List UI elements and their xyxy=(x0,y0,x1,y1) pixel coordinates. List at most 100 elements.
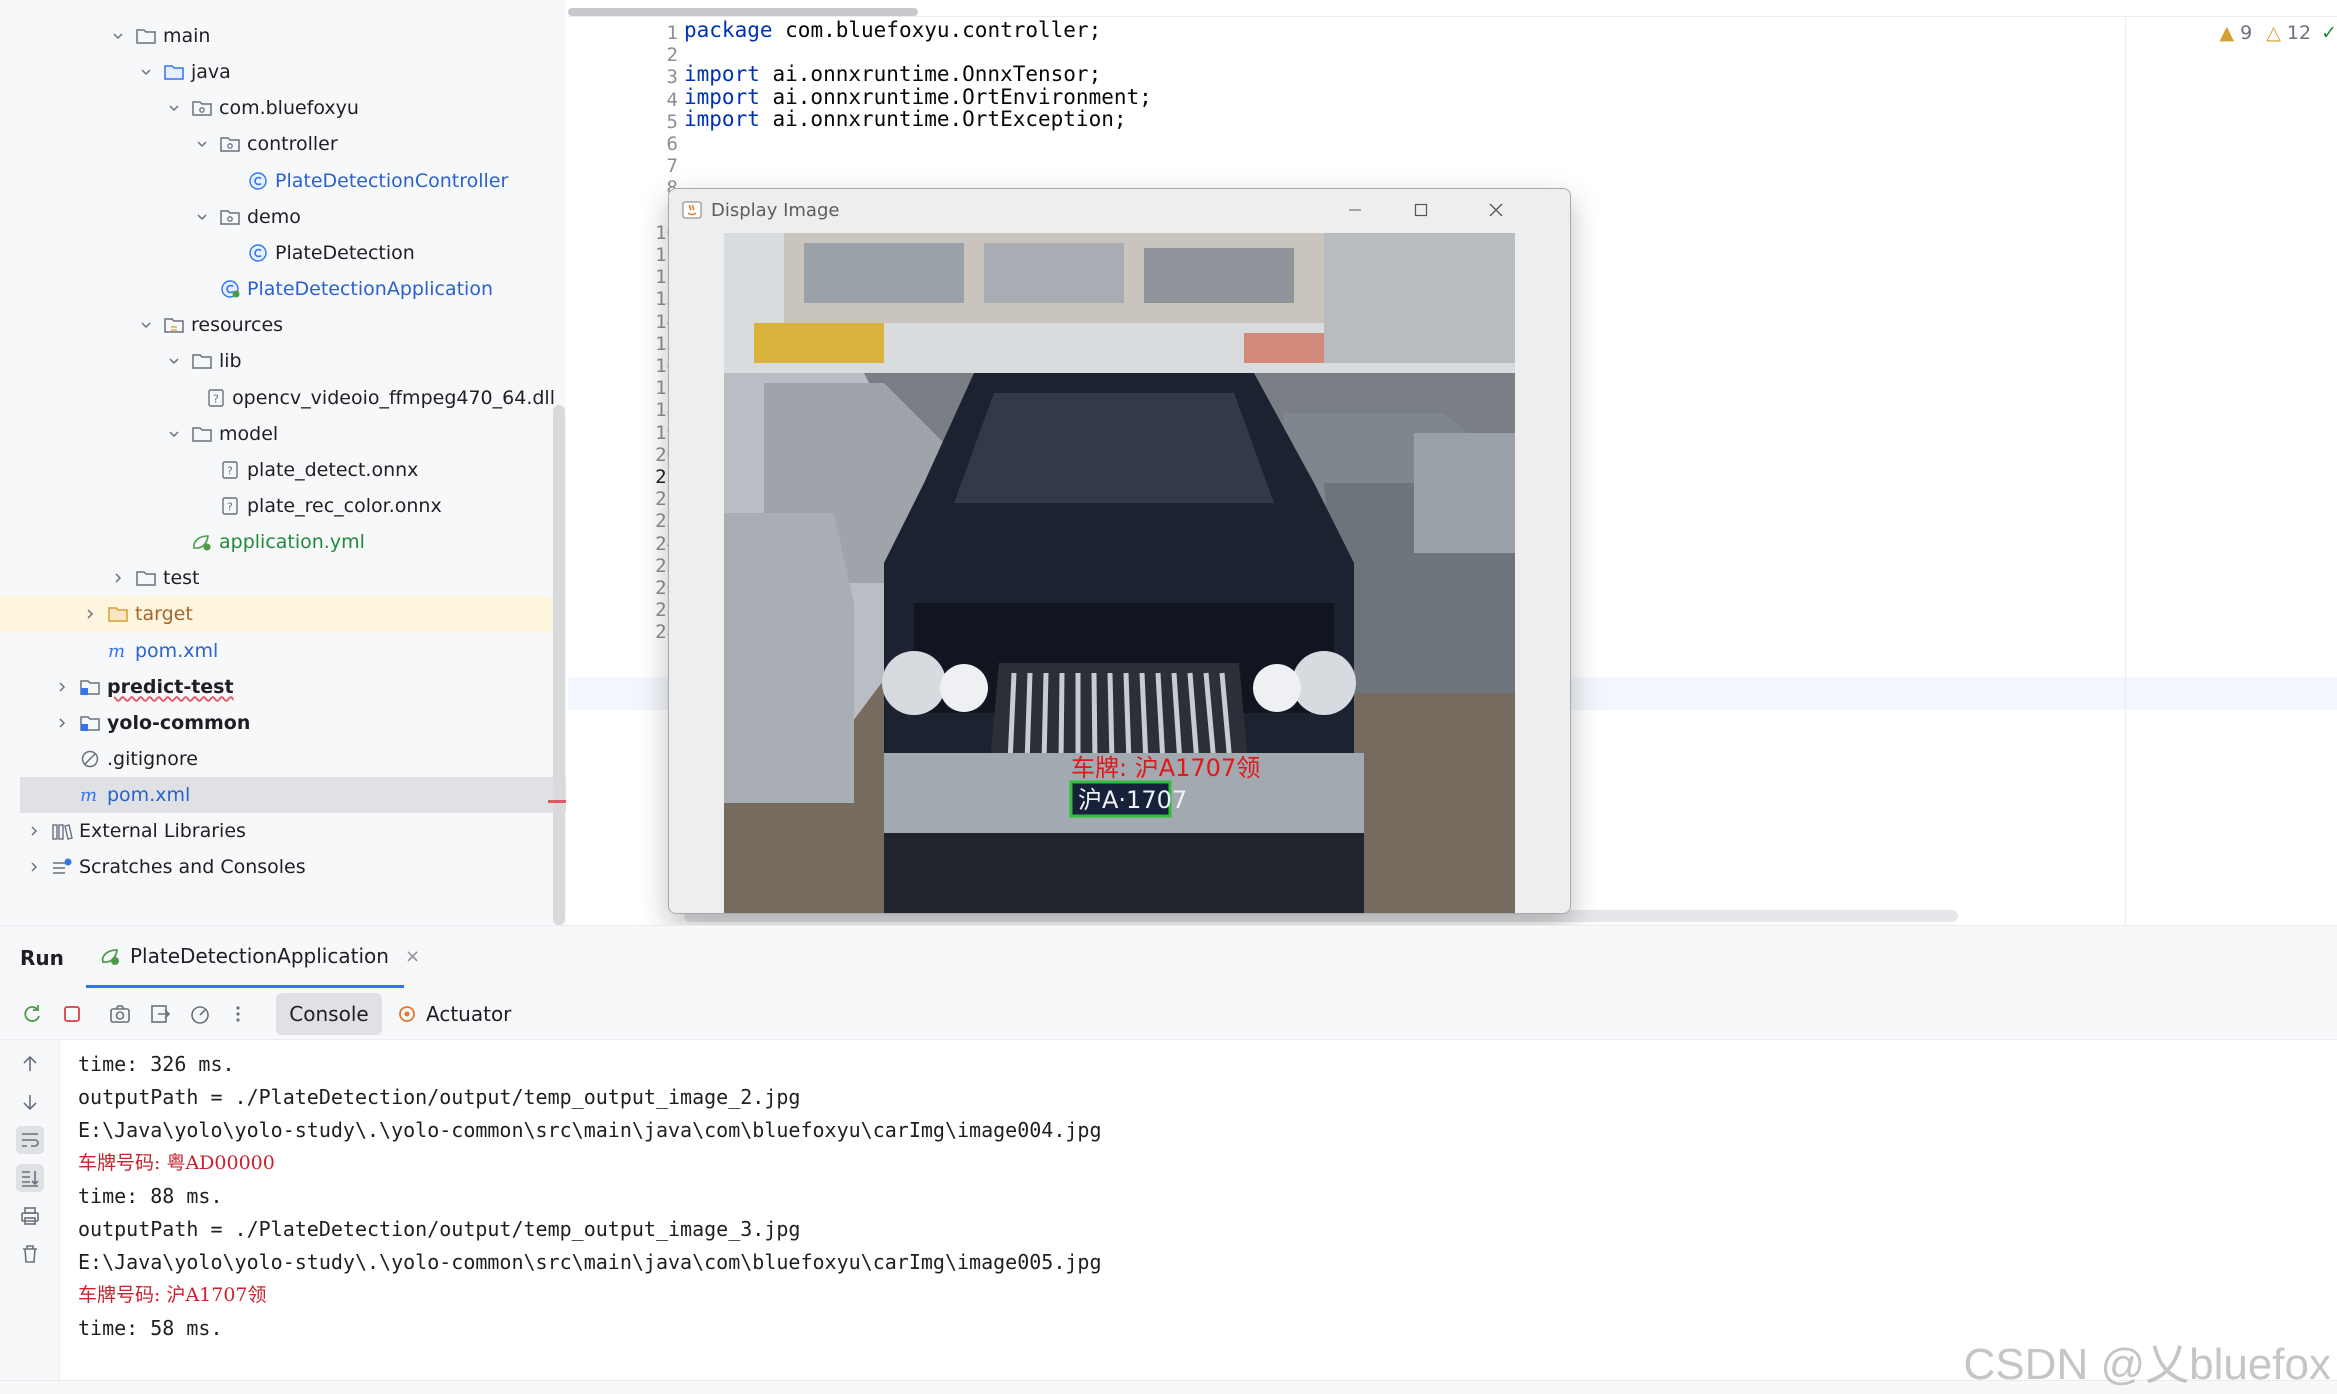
warning-icon: ▲ xyxy=(2219,22,2235,44)
spring-class-icon xyxy=(218,278,242,300)
chevron-right-icon[interactable] xyxy=(80,604,100,624)
tree-item[interactable]: m pom.xml xyxy=(20,777,566,814)
print-button[interactable] xyxy=(16,1202,44,1230)
tree-item[interactable]: PlateDetectionApplication xyxy=(0,271,555,307)
tree-item[interactable]: controller xyxy=(0,126,555,162)
tree-item[interactable]: ? plate_detect.onnx xyxy=(0,452,555,488)
code-keyword: import xyxy=(684,62,760,87)
actuator-tab[interactable]: Actuator xyxy=(396,993,511,1035)
stop-button[interactable] xyxy=(58,1000,86,1028)
tree-item-label: main xyxy=(163,25,211,47)
tree-item[interactable]: ? opencv_videoio_ffmpeg470_64.dll xyxy=(0,380,555,416)
rerun-button[interactable] xyxy=(18,1000,46,1028)
line-number: 7 xyxy=(666,155,678,178)
tree-item-label: lib xyxy=(219,350,242,373)
console-output[interactable]: time: 326 ms. outputPath = ./PlateDetecti… xyxy=(78,1048,2278,1345)
warning-count: 9 xyxy=(2240,22,2253,44)
minimize-button[interactable] xyxy=(1322,189,1388,231)
tree-item[interactable]: application.yml xyxy=(0,524,555,560)
chevron-right-icon[interactable] xyxy=(108,568,128,588)
chevron-down-icon[interactable] xyxy=(164,424,184,444)
run-title: Run xyxy=(20,946,64,970)
excluded-folder-icon xyxy=(106,603,130,625)
actuator-tab-label: Actuator xyxy=(426,1002,512,1026)
inspection-widget[interactable]: ▲ 9 △ 12 ✓ xyxy=(2220,22,2337,44)
scroll-end-icon xyxy=(22,1171,39,1187)
svg-text:m: m xyxy=(80,785,97,805)
tree-item[interactable]: test xyxy=(0,560,555,596)
close-window-button[interactable] xyxy=(1463,189,1529,231)
tree-item-label: java xyxy=(191,61,231,84)
tree-item[interactable]: predict-test xyxy=(0,669,555,705)
chevron-down-icon[interactable] xyxy=(192,207,212,227)
run-toolbar: Console Actuator xyxy=(0,988,2337,1040)
chevron-right-icon[interactable] xyxy=(52,677,72,697)
tree-item[interactable]: com.bluefoxyu xyxy=(0,90,555,126)
camera-icon xyxy=(110,1005,130,1023)
run-config-tab[interactable]: PlateDetectionApplication × xyxy=(98,944,420,968)
display-image-window[interactable]: Display Image 沪A·1707 车牌: 沪A1707领 xyxy=(668,188,1571,914)
screenshot-button[interactable] xyxy=(106,1000,134,1028)
checkmark-icon: ✓ xyxy=(2321,22,2337,44)
code-text: ai.onnxruntime.OrtException; xyxy=(759,106,1127,131)
chevron-right-icon[interactable] xyxy=(24,821,44,841)
printer-icon xyxy=(21,1207,39,1225)
scroll-to-end-button[interactable] xyxy=(16,1164,44,1192)
tree-item[interactable]: m pom.xml xyxy=(0,633,555,669)
console-tab[interactable]: Console xyxy=(276,993,382,1035)
folder-icon xyxy=(134,25,158,47)
spring-config-icon xyxy=(190,531,214,553)
tree-item[interactable]: PlateDetectionController xyxy=(0,163,555,199)
clear-console-button[interactable] xyxy=(16,1240,44,1268)
maximize-icon xyxy=(1414,203,1428,217)
scroll-down-button[interactable] xyxy=(16,1088,44,1116)
chevron-down-icon[interactable] xyxy=(164,351,184,371)
tree-item[interactable]: Scratches and Consoles xyxy=(0,849,555,885)
tree-item[interactable]: main xyxy=(0,18,555,54)
chevron-right-icon[interactable] xyxy=(52,713,72,733)
tree-item-label: yolo-common xyxy=(107,711,251,734)
tree-item[interactable]: External Libraries xyxy=(0,813,555,849)
more-options-button[interactable] xyxy=(224,1000,252,1028)
chevron-down-icon[interactable] xyxy=(164,98,184,118)
plate-recognition-label: 车牌: 沪A1707领 xyxy=(1071,754,1260,782)
watermark: CSDN @乂bluefox xyxy=(1963,1340,2331,1389)
chevron-right-icon[interactable] xyxy=(24,857,44,877)
tree-item[interactable]: resources xyxy=(0,307,555,343)
code-keyword: package xyxy=(684,18,773,42)
folder-icon xyxy=(190,350,214,372)
editor-tab-scrollbar[interactable] xyxy=(568,8,918,16)
module-icon xyxy=(78,712,102,734)
restore-layout-button[interactable] xyxy=(146,1000,174,1028)
profiler-button[interactable] xyxy=(186,1000,214,1028)
tree-item-label: pom.xml xyxy=(107,784,191,807)
chevron-down-icon[interactable] xyxy=(192,134,212,154)
tree-item[interactable]: demo xyxy=(0,199,555,235)
window-title: Display Image xyxy=(711,199,840,221)
tree-item[interactable]: lib xyxy=(0,343,555,379)
tree-item[interactable]: target xyxy=(0,596,555,633)
car-photo: 沪A·1707 车牌: 沪A1707领 xyxy=(724,233,1515,913)
tree-item[interactable]: model xyxy=(0,416,555,452)
chevron-down-icon[interactable] xyxy=(136,315,156,335)
scroll-up-button[interactable] xyxy=(16,1050,44,1078)
console-line: 车牌号码: 沪A1707领 xyxy=(78,1284,267,1306)
soft-wrap-button[interactable] xyxy=(16,1126,44,1154)
tree-item-label: opencv_videoio_ffmpeg470_64.dll xyxy=(232,386,555,409)
chevron-down-icon[interactable] xyxy=(108,26,128,46)
tree-item[interactable]: .gitignore xyxy=(0,741,555,777)
tree-item[interactable]: PlateDetection xyxy=(0,235,555,271)
close-tab-icon[interactable]: × xyxy=(405,946,420,967)
tree-item[interactable]: ? plate_rec_color.onnx xyxy=(0,488,555,524)
console-line: outputPath = ./PlateDetection/output/tem… xyxy=(78,1085,801,1109)
package-icon xyxy=(218,206,242,228)
tree-scrollbar[interactable] xyxy=(553,405,565,925)
console-line: time: 58 ms. xyxy=(78,1316,223,1340)
tree-item[interactable]: yolo-common xyxy=(0,705,555,741)
chevron-down-icon[interactable] xyxy=(136,62,156,82)
tree-item[interactable]: java xyxy=(0,54,555,90)
maximize-button[interactable] xyxy=(1388,189,1454,231)
unknown-file-icon: ? xyxy=(218,495,242,517)
actuator-icon xyxy=(399,1006,415,1022)
soft-wrap-icon xyxy=(22,1133,39,1147)
